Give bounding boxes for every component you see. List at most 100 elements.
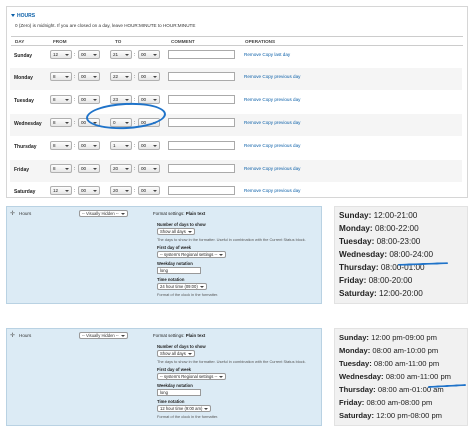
output-time: 08:00 am-11:00 pm (373, 359, 440, 368)
drag-handle-icon[interactable]: ✛ (10, 332, 15, 339)
from-hour-select[interactable]: 12 (50, 50, 72, 59)
hours-row: Tuesday 8:00 23:00 Remove Copy previous day (10, 91, 462, 113)
row-day: Thursday (14, 144, 37, 150)
hours-row: Friday 8:00 20:00 Remove Copy previous day (10, 160, 462, 182)
comment-input[interactable] (168, 50, 235, 59)
to-hour-select[interactable]: 21 (110, 50, 132, 59)
row-operations-links[interactable]: Remove Copy previous day (244, 97, 300, 102)
row-operations-links[interactable]: Remove Copy previous day (244, 120, 300, 125)
output-day: Sunday: (339, 211, 372, 220)
comment-input[interactable] (168, 72, 235, 81)
to-minute-select[interactable]: 00 (138, 186, 160, 195)
drag-handle-icon[interactable]: ✛ (10, 210, 15, 217)
output-time: 08:00 am-11:00 pm (385, 372, 452, 381)
col-day: DAY (15, 39, 25, 44)
comment-input[interactable] (168, 141, 235, 150)
from-minute-select[interactable]: 00 (78, 141, 100, 150)
time-notation-label: Time notation (157, 277, 185, 282)
to-hour-select[interactable]: 20 (110, 164, 132, 173)
format-settings-prefix: Format settings: (153, 333, 185, 338)
to-minute-select[interactable]: 00 (138, 72, 160, 81)
weekday-select[interactable]: long (157, 267, 201, 274)
output-time: 12:00 pm-09:00 pm (371, 333, 437, 342)
output-day: Thursday: (339, 263, 379, 272)
row-day: Monday (14, 75, 33, 81)
time-notation-help: Format of the clock in the formatter. (157, 414, 219, 419)
hours-legend-label: HOURS (17, 13, 36, 19)
output-line: Monday: 08:00-22:00 (339, 222, 463, 235)
comment-input[interactable] (168, 118, 235, 127)
from-minute-select[interactable]: 00 (78, 72, 100, 81)
output-line: Saturday: 12:00 pm-08:00 pm (339, 409, 463, 422)
output-day: Wednesday: (339, 372, 384, 381)
output-time: 12:00-21:00 (373, 211, 418, 220)
col-comment: COMMENT (171, 39, 195, 44)
comment-input[interactable] (168, 164, 235, 173)
row-operations-links[interactable]: Remove Copy last day (244, 52, 290, 57)
output-time: 08:00-20:00 (368, 276, 413, 285)
time-notation-select[interactable]: 24 hour time (09:00) (157, 283, 207, 290)
to-colon: : (134, 166, 136, 172)
hours-row: Thursday 8:00 1:00 Remove Copy previous day (10, 137, 462, 159)
from-minute-select[interactable]: 00 (78, 95, 100, 104)
from-hour-select[interactable]: 8 (50, 95, 72, 104)
output-line: Friday: 08:00-20:00 (339, 274, 463, 287)
output-day: Saturday: (339, 411, 375, 420)
to-minute-select[interactable]: 00 (138, 141, 160, 150)
days-label: Number of days to show (157, 344, 206, 349)
to-colon: : (134, 74, 136, 80)
to-minute-select[interactable]: 00 (138, 50, 160, 59)
field-label: Hours (19, 211, 32, 216)
output-time: 08:00 am-10:00 pm (372, 346, 439, 355)
comment-input[interactable] (168, 95, 235, 104)
label-visibility-select[interactable]: -- Visually Hidden -- (79, 210, 128, 217)
output-line: Saturday: 12:00-20:00 (339, 287, 463, 300)
row-operations-links[interactable]: Remove Copy previous day (244, 188, 300, 193)
col-to: TO (115, 39, 122, 44)
from-colon: : (74, 120, 76, 126)
output-day: Monday: (339, 224, 373, 233)
from-hour-select[interactable]: 8 (50, 141, 72, 150)
from-hour-select[interactable]: 8 (50, 72, 72, 81)
row-operations-links[interactable]: Remove Copy previous day (244, 166, 300, 171)
row-operations-links[interactable]: Remove Copy previous day (244, 74, 300, 79)
days-select[interactable]: Show all days (157, 350, 195, 357)
hours-legend[interactable]: HOURS (11, 13, 35, 19)
output-12h: Sunday: 12:00 pm-09:00 pm Monday: 08:00 a… (334, 328, 468, 426)
to-colon: : (134, 188, 136, 194)
label-visibility-select[interactable]: -- Visually Hidden -- (79, 332, 128, 339)
time-notation-select[interactable]: 12 hour time (9:00 am) (157, 405, 212, 412)
field-label: Hours (19, 333, 32, 338)
output-line: Wednesday: 08:00 am-11:00 pm (339, 370, 463, 383)
output-day: Wednesday: (339, 250, 388, 259)
days-select[interactable]: Show all days (157, 228, 195, 235)
days-help: The days to show in the formatter. Usefu… (157, 237, 306, 242)
hours-row: Monday 8:00 22:00 Remove Copy previous day (10, 68, 462, 90)
output-time: 08:00-23:00 (376, 237, 421, 246)
first-day-label: First day of week (157, 245, 191, 250)
from-colon: : (74, 166, 76, 172)
from-hour-select[interactable]: 8 (50, 118, 72, 127)
format-settings-value: Plain text (185, 333, 206, 338)
from-colon: : (74, 74, 76, 80)
from-hour-select[interactable]: 8 (50, 164, 72, 173)
from-colon: : (74, 143, 76, 149)
output-line: Sunday: 12:00 pm-09:00 pm (339, 331, 463, 344)
to-hour-select[interactable]: 20 (110, 186, 132, 195)
first-day-select[interactable]: -- system's Regional settings -- (157, 251, 227, 258)
to-hour-select[interactable]: 1 (110, 141, 132, 150)
output-day: Friday: (339, 398, 365, 407)
first-day-select[interactable]: -- system's Regional settings -- (157, 373, 227, 380)
from-minute-select[interactable]: 00 (78, 164, 100, 173)
from-minute-select[interactable]: 00 (78, 50, 100, 59)
to-minute-select[interactable]: 00 (138, 164, 160, 173)
from-minute-select[interactable]: 00 (78, 186, 100, 195)
weekday-select[interactable]: long (157, 389, 201, 396)
from-hour-select[interactable]: 12 (50, 186, 72, 195)
field-config-24h: ✛ Hours -- Visually Hidden -- Format set… (6, 206, 322, 304)
output-24h: Sunday: 12:00-21:00 Monday: 08:00-22:00 Tu… (334, 206, 468, 304)
comment-input[interactable] (168, 186, 235, 195)
to-hour-select[interactable]: 22 (110, 72, 132, 81)
collapse-triangle-icon (11, 14, 15, 17)
row-operations-links[interactable]: Remove Copy previous day (244, 143, 300, 148)
